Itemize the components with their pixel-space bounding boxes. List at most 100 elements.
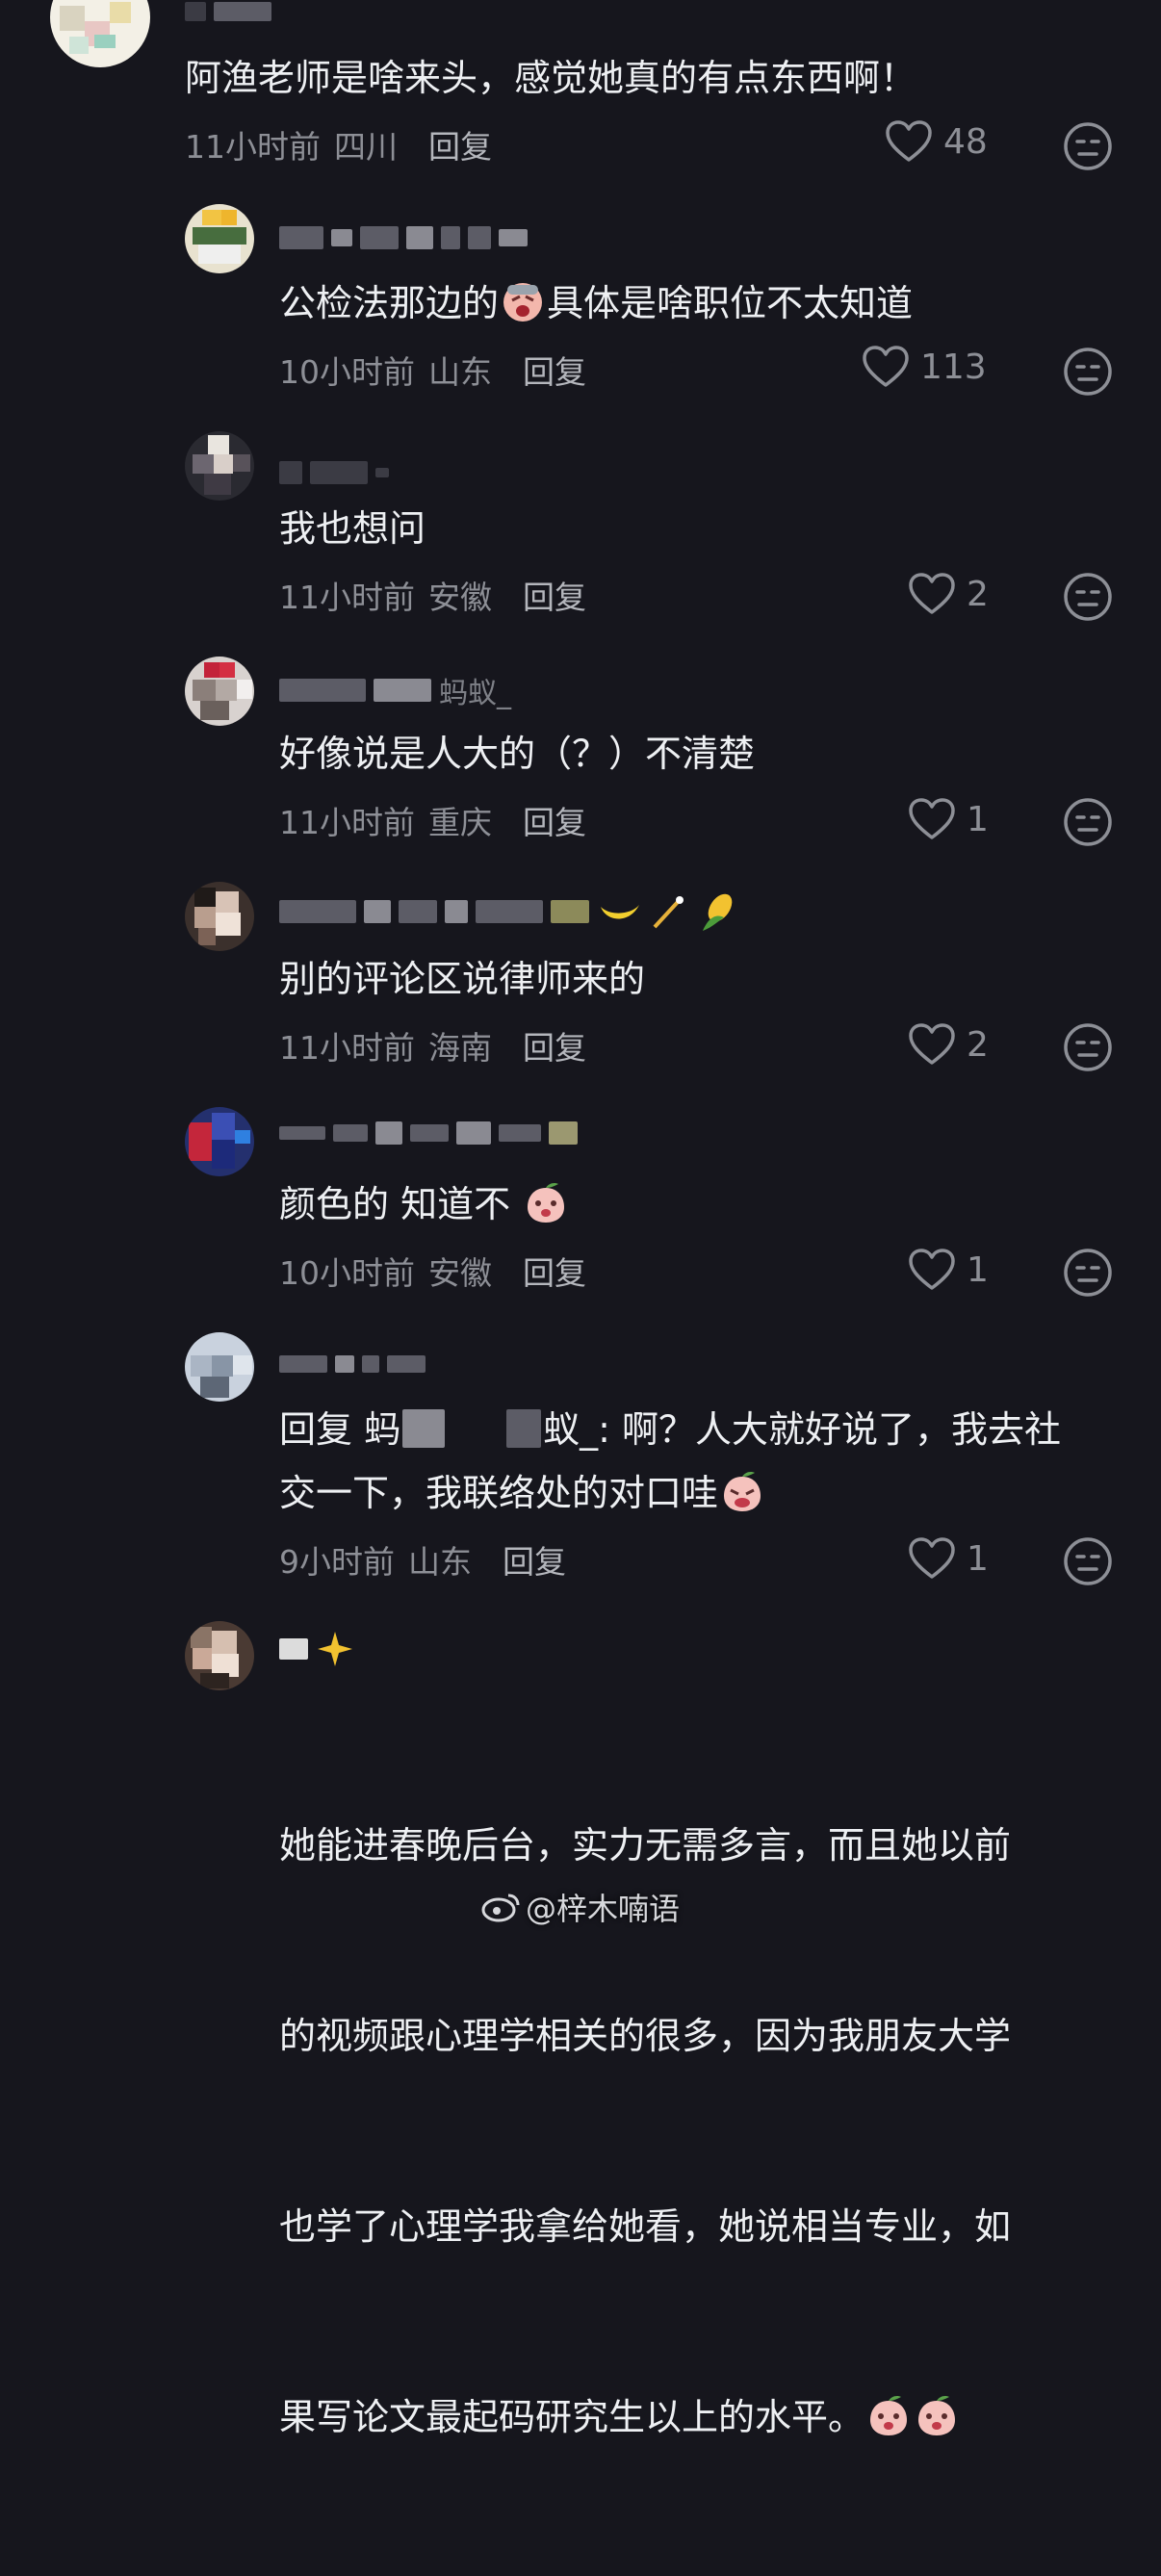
comment-text-line: 的视频跟心理学相关的很多，因为我朋友大学: [279, 2015, 1012, 2057]
comment-meta: 10小时前 山东 回复: [279, 347, 586, 393]
reply-button[interactable]: 回复: [523, 1248, 586, 1294]
avatar[interactable]: [185, 1107, 254, 1176]
avatar-mosaic: [185, 1332, 254, 1402]
heart-outline-icon: [886, 120, 932, 162]
watermark: @梓木喃语: [481, 1885, 680, 1929]
reply-button[interactable]: 回复: [523, 572, 586, 618]
username-masked[interactable]: [279, 456, 389, 489]
reply-button[interactable]: 回复: [523, 1022, 586, 1069]
comment-region: 安徽: [428, 1254, 492, 1292]
avatar-mosaic: [185, 204, 254, 273]
neutral-face-icon[interactable]: [1063, 572, 1113, 622]
mention-masked: [402, 1409, 446, 1448]
comment-meta: 11小时前 安徽 回复: [279, 572, 586, 618]
avatar[interactable]: [185, 1621, 254, 1690]
neutral-face-icon[interactable]: [1063, 347, 1113, 397]
avatar-mosaic: [185, 657, 254, 726]
username-masked[interactable]: [279, 1632, 354, 1666]
avatar-mosaic: [185, 1621, 254, 1690]
like-count: 1: [967, 1249, 989, 1290]
comment-time: 10小时前: [279, 1254, 415, 1292]
heart-outline-icon: [863, 346, 909, 387]
like-count: 2: [967, 1024, 989, 1065]
comment-text: 她能进春晚后台，实力无需多言，而且她以前 的视频跟心理学相关的很多，因为我朋友大…: [279, 1687, 1126, 2576]
comment-text-part: 公检法那边的: [279, 282, 500, 324]
username-masked[interactable]: [279, 1117, 578, 1149]
avatar-mosaic: [185, 882, 254, 951]
comment-meta: 11小时前 海南 回复: [279, 1022, 586, 1069]
like-count: 1: [967, 1538, 989, 1579]
comment-text: 好像说是人大的（？）不清楚: [279, 733, 756, 775]
like-button[interactable]: 2: [907, 572, 989, 616]
comment-region: 山东: [408, 1543, 472, 1581]
weibo-logo-icon: [481, 1893, 520, 1922]
crying-face-emoji-icon: [503, 283, 543, 322]
comment-meta: 11小时前 重庆 回复: [279, 797, 586, 843]
comment-text-line: 也学了心理学我拿给她看，她说相当专业，如: [279, 2205, 1012, 2248]
comment-text: 公检法那边的 具体是啥职位不太知道: [279, 271, 913, 335]
heart-outline-icon: [909, 1249, 955, 1290]
username-masked[interactable]: [279, 893, 741, 931]
reply-button[interactable]: 回复: [523, 797, 586, 843]
comment-region: 山东: [428, 353, 492, 391]
like-count: 48: [943, 121, 988, 162]
neutral-face-icon[interactable]: [1063, 121, 1113, 171]
comment-meta: 10小时前 安徽 回复: [279, 1248, 586, 1294]
like-button[interactable]: 113: [861, 345, 987, 389]
comment-text: 回复 蚂 蚁_: 啊？人大就好说了，我去社交一下，我联络处的对口哇: [279, 1398, 1126, 1525]
comment-text: 我也想问: [279, 507, 426, 550]
comment-text-part: 颜色的 知道不: [279, 1183, 511, 1225]
reply-button[interactable]: 回复: [503, 1536, 566, 1583]
neutral-face-icon[interactable]: [1063, 1022, 1113, 1072]
username-masked[interactable]: [279, 1348, 426, 1380]
comment-text-part: 蚁_: 啊？人大就好说了，我去社: [543, 1408, 1061, 1451]
neutral-face-icon[interactable]: [1063, 1536, 1113, 1586]
comment-region: 安徽: [428, 579, 492, 616]
comment-time: 11小时前: [279, 804, 415, 841]
comment-time: 11小时前: [279, 579, 415, 616]
comment-text-part: 回复 蚂: [279, 1408, 401, 1451]
heart-outline-icon: [909, 1023, 955, 1065]
like-button[interactable]: 48: [884, 119, 988, 164]
comment-text-part: 交一下，我联络处的对口哇: [279, 1472, 719, 1514]
comment-region: 海南: [428, 1029, 492, 1067]
avatar[interactable]: [185, 204, 254, 273]
username-masked[interactable]: [279, 221, 528, 254]
username-masked[interactable]: [185, 0, 271, 23]
mention-masked: [506, 1409, 542, 1448]
comment-time: 11小时前: [279, 1029, 415, 1067]
reply-button[interactable]: 回复: [523, 347, 586, 393]
comment-text: 别的评论区说律师来的: [279, 958, 646, 1000]
like-button[interactable]: 2: [907, 1022, 989, 1067]
neutral-face-icon[interactable]: [1063, 1248, 1113, 1298]
comment-text-line: 她能进春晚后台，实力无需多言，而且她以前: [279, 1824, 1012, 1867]
angry-peach-emoji-icon: [724, 1472, 761, 1511]
corn-emoji-icon: [703, 893, 733, 931]
comment-meta: 11小时前 四川 回复: [185, 121, 492, 167]
avatar[interactable]: [185, 431, 254, 501]
avatar[interactable]: [185, 1332, 254, 1402]
neutral-face-icon[interactable]: [1063, 797, 1113, 847]
avatar[interactable]: [185, 657, 254, 726]
comment-region: 重庆: [428, 804, 492, 841]
like-button[interactable]: 1: [907, 797, 989, 841]
comment-text-part: 果写论文最起码研究生以上的水平。: [279, 2396, 865, 2438]
avatar[interactable]: [50, 0, 150, 67]
reply-button[interactable]: 回复: [428, 121, 492, 167]
like-count: 2: [967, 574, 989, 614]
heart-outline-icon: [909, 798, 955, 839]
comment-text: 阿渔老师是啥来头，感觉她真的有点东西啊！: [185, 57, 917, 99]
comment-text-part: 具体是啥职位不太知道: [547, 282, 914, 324]
username-masked[interactable]: 蚂蚁_: [279, 674, 511, 710]
sparkle-emoji-icon: [318, 1632, 352, 1666]
wand-emoji-icon: [653, 896, 684, 929]
like-button[interactable]: 1: [907, 1248, 989, 1292]
peach-face-emoji-icon: [918, 2396, 956, 2435]
heart-outline-icon: [909, 573, 955, 614]
comment-time: 11小时前: [185, 128, 321, 166]
like-button[interactable]: 1: [907, 1536, 989, 1581]
peach-face-emoji-icon: [870, 2396, 908, 2435]
comment-text: 颜色的 知道不: [279, 1172, 570, 1236]
avatar[interactable]: [185, 882, 254, 951]
banana-emoji-icon: [601, 905, 639, 919]
